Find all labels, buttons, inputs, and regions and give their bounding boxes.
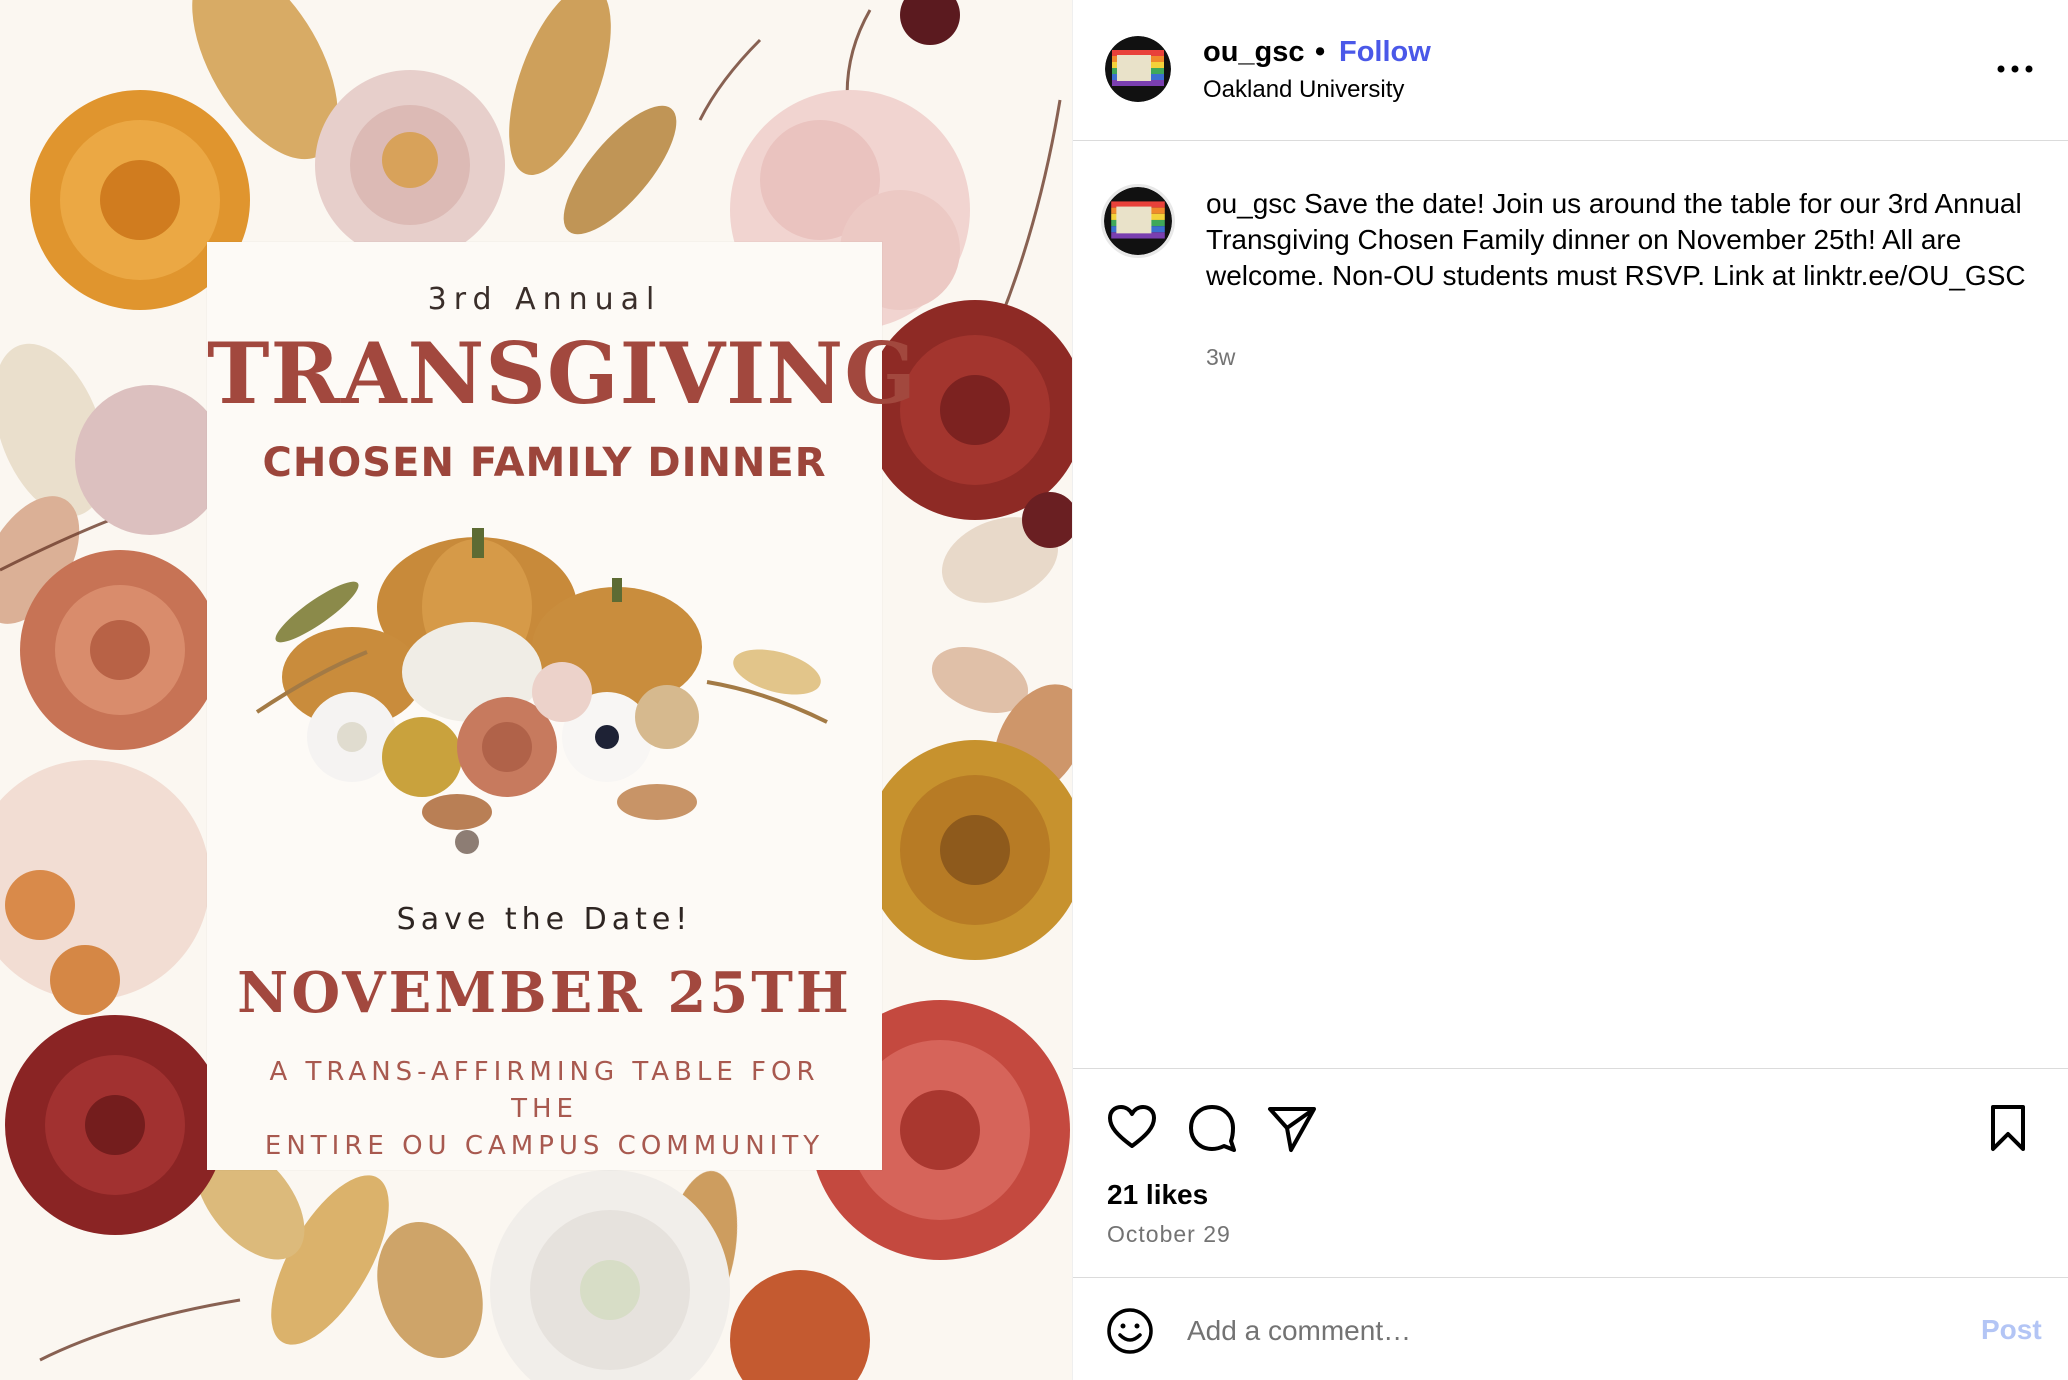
location-link[interactable]: Oakland University bbox=[1203, 76, 1404, 104]
caption-section: ou_gsc Save the date! Join us around the… bbox=[1073, 142, 2068, 1067]
username-link[interactable]: ou_gsc bbox=[1203, 36, 1305, 69]
comment-button[interactable] bbox=[1185, 1101, 1239, 1155]
caption-body: Save the date! Join us around the table … bbox=[1206, 188, 2026, 291]
share-button[interactable] bbox=[1265, 1101, 1319, 1155]
likes-count[interactable]: 21 likes bbox=[1107, 1179, 1208, 1211]
more-options-button[interactable] bbox=[1995, 54, 2035, 84]
avatar[interactable] bbox=[1105, 36, 1171, 102]
caption-time[interactable]: 3w bbox=[1206, 344, 1235, 371]
comment-input[interactable] bbox=[1187, 1304, 1827, 1358]
invitation-annual: 3rd Annual bbox=[427, 282, 662, 317]
account-avatar-logo bbox=[1104, 187, 1172, 255]
more-horizontal-icon bbox=[1997, 65, 2033, 73]
post-comment-button[interactable]: Post bbox=[1981, 1314, 2042, 1346]
emoji-button[interactable] bbox=[1105, 1306, 1155, 1356]
save-button[interactable] bbox=[1981, 1101, 2035, 1155]
caption-username[interactable]: ou_gsc bbox=[1206, 188, 1296, 219]
invitation-tagline-line-2: ENTIRE OU CAMPUS COMMUNITY bbox=[264, 1131, 825, 1161]
invitation-headline: TRANSGIVING bbox=[207, 324, 917, 423]
invitation-date: NOVEMBER 25TH bbox=[237, 960, 852, 1026]
post-header: ou_gsc • Follow Oakland University bbox=[1073, 0, 2068, 141]
heart-icon bbox=[1108, 1105, 1156, 1148]
bookmark-icon bbox=[1991, 1105, 2025, 1151]
like-button[interactable] bbox=[1105, 1101, 1159, 1155]
share-icon bbox=[1268, 1107, 1316, 1152]
caption-text: ou_gsc Save the date! Join us around the… bbox=[1206, 186, 2038, 294]
separator-dot: • bbox=[1315, 36, 1326, 68]
account-avatar-logo bbox=[1105, 36, 1171, 102]
comment-bar: Post bbox=[1073, 1277, 2068, 1380]
post-image[interactable]: 3rd Annual TRANSGIVING CHOSEN FAMILY DIN… bbox=[0, 0, 1072, 1380]
post-actions: 21 likes October 29 bbox=[1073, 1068, 2068, 1277]
emoji-icon bbox=[1107, 1308, 1153, 1354]
comment-icon bbox=[1189, 1105, 1236, 1152]
post-sidebar: ou_gsc • Follow Oakland University ou_gs… bbox=[1072, 0, 2068, 1380]
invitation-save-the-date: Save the Date! bbox=[396, 902, 693, 937]
invitation-subhead: CHOSEN FAMILY DINNER bbox=[262, 440, 827, 486]
pumpkin-flower-arrangement-illustration bbox=[255, 528, 828, 854]
follow-button[interactable]: Follow bbox=[1339, 36, 1431, 69]
invitation-tagline: A TRANS-AFFIRMING TABLE FOR THE ENTIRE O… bbox=[247, 1054, 842, 1165]
invitation-tagline-line-1: A TRANS-AFFIRMING TABLE FOR THE bbox=[269, 1057, 820, 1124]
post-date[interactable]: October 29 bbox=[1107, 1221, 1231, 1248]
caption-avatar[interactable] bbox=[1101, 184, 1175, 258]
invitation-card: 3rd Annual TRANSGIVING CHOSEN FAMILY DIN… bbox=[207, 242, 917, 1170]
